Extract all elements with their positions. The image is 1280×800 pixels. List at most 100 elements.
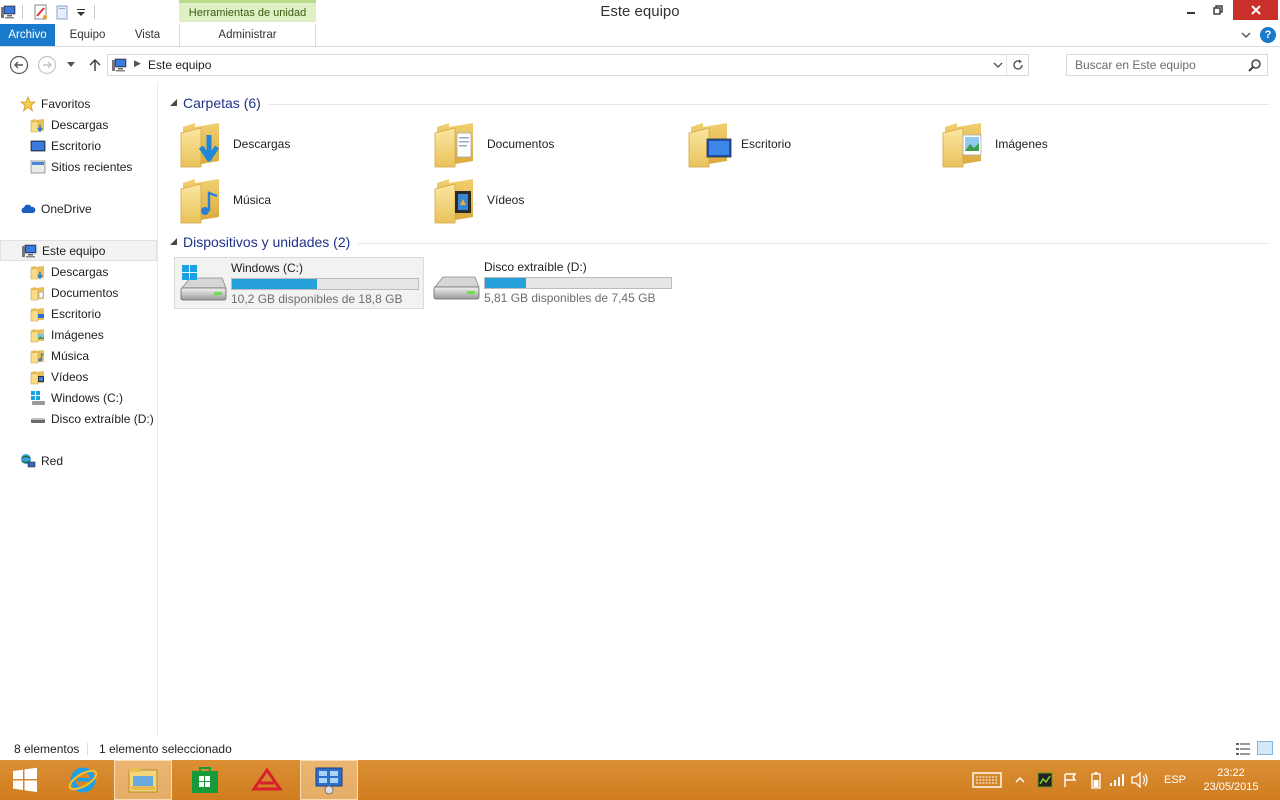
group-divider <box>358 242 1269 244</box>
recent-locations-button[interactable] <box>63 55 79 75</box>
nav-pc-imagenes[interactable]: Imágenes <box>0 324 157 345</box>
tab-equipo[interactable]: Equipo <box>60 24 115 46</box>
taskbar-file-explorer[interactable] <box>114 760 172 800</box>
volume-button[interactable] <box>1129 760 1151 800</box>
nav-red[interactable]: Red <box>0 450 157 471</box>
input-language-button[interactable]: ESP <box>1160 760 1190 800</box>
new-folder-icon[interactable] <box>54 2 70 22</box>
touch-keyboard-button[interactable] <box>970 760 1004 800</box>
restore-button[interactable] <box>1207 0 1229 20</box>
up-button[interactable] <box>85 55 105 75</box>
nav-pc-videos[interactable]: Vídeos <box>0 366 157 387</box>
nav-label: Escritorio <box>51 138 102 153</box>
desktop-folder-icon <box>30 306 46 322</box>
nav-este-equipo[interactable]: Este equipo <box>0 240 157 261</box>
network-icon <box>20 453 36 469</box>
close-button[interactable] <box>1233 0 1278 20</box>
nav-pc-documentos[interactable]: Documentos <box>0 282 157 303</box>
drive-label: Windows (C:) <box>231 261 304 275</box>
file-explorer-icon <box>128 768 158 793</box>
folder-imagenes[interactable]: Imágenes <box>923 118 1173 170</box>
group-title: Dispositivos y unidades (2) <box>183 234 351 250</box>
computer-icon <box>111 57 127 73</box>
back-button[interactable] <box>9 55 29 75</box>
recent-places-icon <box>30 159 46 175</box>
desktop-folder-icon <box>687 119 732 169</box>
tray-app-icon[interactable] <box>1034 760 1056 800</box>
tab-vista[interactable]: Vista <box>120 24 175 46</box>
search-box[interactable] <box>1066 54 1268 76</box>
taskbar-internet-explorer[interactable] <box>58 760 108 800</box>
computer-icon[interactable] <box>0 2 16 22</box>
details-view-icon[interactable] <box>1235 742 1251 756</box>
clock-time: 23:22 <box>1217 767 1245 779</box>
drive-windows-c[interactable]: Windows (C:) 10,2 GB disponibles de 18,8… <box>174 257 424 309</box>
minimize-button[interactable] <box>1180 0 1202 20</box>
status-item-count: 8 elementos <box>14 742 80 756</box>
show-hidden-icons-button[interactable] <box>1012 760 1028 800</box>
nav-pc-descargas[interactable]: Descargas <box>0 261 157 282</box>
nav-favoritos[interactable]: Favoritos <box>0 93 157 114</box>
network-status-button[interactable] <box>1107 760 1127 800</box>
folder-documentos[interactable]: Documentos <box>415 118 665 170</box>
taskbar-store[interactable] <box>176 760 234 800</box>
tab-archivo[interactable]: Archivo <box>0 24 55 46</box>
forward-button[interactable] <box>37 55 57 75</box>
clock[interactable]: 23:22 23/05/2015 <box>1196 760 1266 800</box>
collapse-triangle-icon[interactable] <box>169 98 179 108</box>
taskbar-app[interactable] <box>238 760 296 800</box>
nav-onedrive[interactable]: OneDrive <box>0 198 157 219</box>
breadcrumb-arrow-icon[interactable]: ▶ <box>134 58 141 69</box>
qat-separator <box>94 5 95 19</box>
nav-label: Vídeos <box>51 369 89 384</box>
back-arrow-icon <box>9 55 29 75</box>
tab-administrar[interactable]: Administrar <box>179 24 316 46</box>
group-header-carpetas[interactable]: Carpetas (6) <box>169 93 1269 113</box>
properties-icon[interactable] <box>32 2 50 22</box>
nav-label: Favoritos <box>41 96 91 111</box>
nav-pc-windows-c[interactable]: Windows (C:) <box>0 387 157 408</box>
address-bar[interactable]: ▶ Este equipo <box>107 54 1029 76</box>
tray-monitor-icon <box>1037 772 1053 788</box>
expand-ribbon-chevron-icon[interactable] <box>1238 27 1254 43</box>
group-header-dispositivos[interactable]: Dispositivos y unidades (2) <box>169 232 1269 252</box>
tiles-view-icon[interactable] <box>1257 741 1273 755</box>
battery-button[interactable] <box>1086 760 1106 800</box>
internet-explorer-icon <box>68 767 98 793</box>
collapse-triangle-icon[interactable] <box>169 237 179 247</box>
nav-label: Red <box>41 453 64 468</box>
nav-pc-musica[interactable]: Música <box>0 345 157 366</box>
drive-free-space: 5,81 GB disponibles de 7,45 GB <box>484 291 656 305</box>
taskbar-control-panel[interactable] <box>300 760 358 800</box>
refresh-button[interactable] <box>1006 55 1028 75</box>
taskbar: ESP 23:22 23/05/2015 <box>0 760 1280 800</box>
nav-fav-escritorio[interactable]: Escritorio <box>0 135 157 156</box>
folder-escritorio[interactable]: Escritorio <box>669 118 919 170</box>
action-center-button[interactable] <box>1059 760 1081 800</box>
chevron-down-icon <box>67 62 75 67</box>
downloads-folder-icon <box>179 119 227 169</box>
nav-pc-escritorio[interactable]: Escritorio <box>0 303 157 324</box>
nav-fav-sitios-recientes[interactable]: Sitios recientes <box>0 156 157 177</box>
documents-folder-icon <box>30 285 46 301</box>
refresh-icon <box>1012 59 1023 70</box>
folder-descargas[interactable]: Descargas <box>161 118 411 170</box>
search-input[interactable] <box>1067 55 1242 75</box>
address-dropdown-chevron-icon[interactable] <box>992 59 1004 71</box>
breadcrumb-este-equipo[interactable]: Este equipo <box>148 58 211 72</box>
search-icon[interactable] <box>1248 58 1262 72</box>
start-button[interactable] <box>0 760 50 800</box>
speaker-icon <box>1131 772 1148 788</box>
nav-fav-descargas[interactable]: Descargas <box>0 114 157 135</box>
nav-pc-disco-extraible-d[interactable]: Disco extraíble (D:) <box>0 408 157 429</box>
qat-customize-icon[interactable] <box>76 2 86 22</box>
folder-label: Vídeos <box>487 193 525 207</box>
folder-videos[interactable]: Vídeos <box>415 174 665 226</box>
music-folder-icon <box>30 348 46 364</box>
videos-folder-icon <box>30 369 46 385</box>
help-icon[interactable]: ? <box>1260 27 1276 43</box>
folder-musica[interactable]: Música <box>161 174 411 226</box>
nav-label: OneDrive <box>41 201 92 216</box>
qat-separator <box>22 5 23 19</box>
drive-disco-extraible-d[interactable]: Disco extraíble (D:) 5,81 GB disponibles… <box>428 257 678 309</box>
